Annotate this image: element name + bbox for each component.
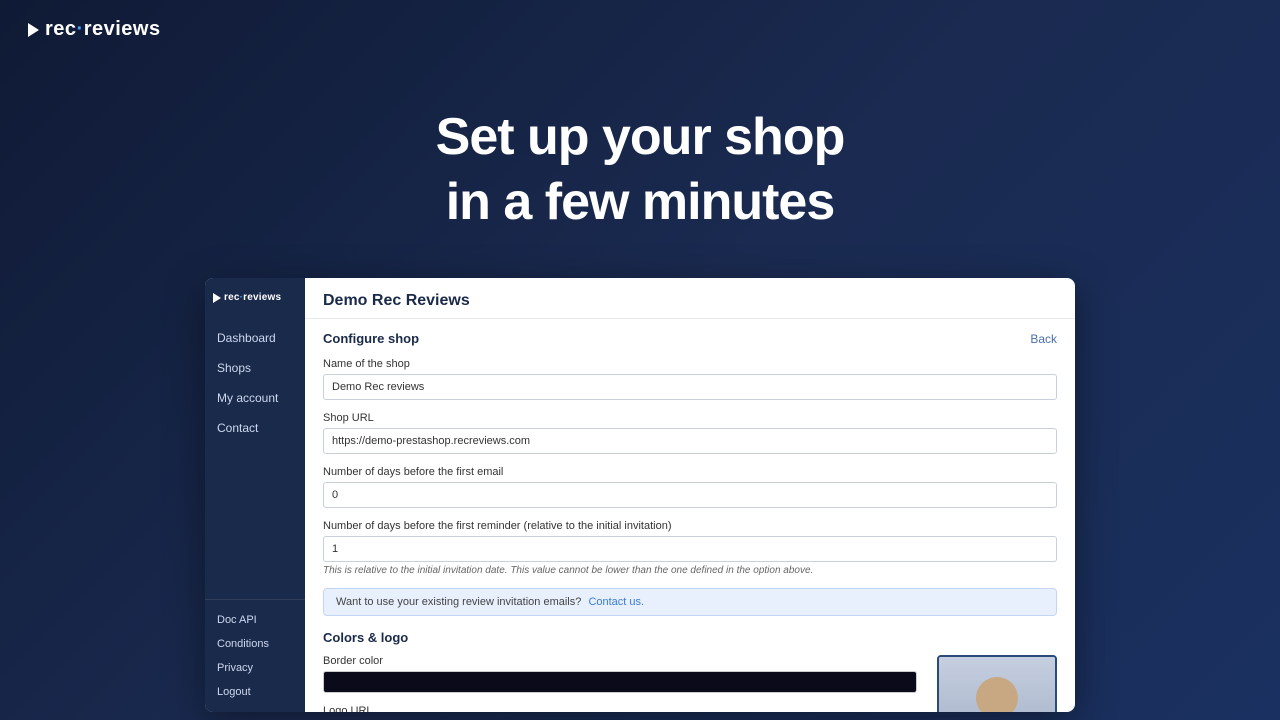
reviews-label: reviews <box>84 18 161 40</box>
hero-line2: in a few minutes <box>0 170 1280 235</box>
main-header: Demo Rec Reviews <box>305 278 1075 319</box>
colors-section-title: Colors & logo <box>323 630 1057 645</box>
back-link[interactable]: Back <box>1030 332 1057 346</box>
sidebar-item-shops[interactable]: Shops <box>205 353 305 383</box>
hero-section: Set up your shop in a few minutes <box>0 105 1280 235</box>
hero-line1: Set up your shop <box>0 105 1280 170</box>
days-reminder-input[interactable] <box>323 536 1057 562</box>
border-color-swatch[interactable] <box>323 671 917 693</box>
main-title: Demo Rec Reviews <box>323 292 470 310</box>
sidebar-item-dashboard[interactable]: Dashboard <box>205 323 305 353</box>
info-banner-text: Want to use your existing review invitat… <box>336 596 581 608</box>
sidebar-item-doc-api[interactable]: Doc API <box>205 608 305 632</box>
sidebar-logo: rec·reviews <box>205 278 305 313</box>
rec-label: rec <box>45 18 77 40</box>
shop-url-input[interactable] <box>323 428 1057 454</box>
top-bar: rec·reviews <box>0 0 1280 59</box>
logo-preview-container: 10.10.2023 - John D. <box>937 655 1057 712</box>
logo-url-group: Logo URL <box>323 705 917 712</box>
sidebar-item-logout[interactable]: Logout <box>205 680 305 704</box>
contact-link[interactable]: Contact us. <box>588 596 644 608</box>
brand-logo: rec·reviews <box>28 18 161 41</box>
colors-left: Border color Logo URL <box>323 655 917 712</box>
border-color-group: Border color <box>323 655 917 693</box>
main-content: Demo Rec Reviews Configure shop Back Nam… <box>305 278 1075 712</box>
app-window: rec·reviews Dashboard Shops My account C… <box>205 278 1075 712</box>
sidebar-item-privacy[interactable]: Privacy <box>205 656 305 680</box>
sidebar-play-icon <box>213 293 221 303</box>
shop-name-label: Name of the shop <box>323 358 1057 370</box>
shop-name-group: Name of the shop <box>323 358 1057 400</box>
colors-logo-wrapper: Border color Logo URL <box>323 655 1057 712</box>
sidebar-bottom: Doc API Conditions Privacy Logout <box>205 599 305 712</box>
dot-separator: · <box>77 18 84 40</box>
days-reminder-label: Number of days before the first reminder… <box>323 520 1057 532</box>
logo-preview-box: 10.10.2023 - John D. <box>937 655 1057 712</box>
info-banner: Want to use your existing review invitat… <box>323 588 1057 616</box>
sidebar-nav: Dashboard Shops My account Contact <box>205 313 305 599</box>
border-color-label: Border color <box>323 655 917 667</box>
play-icon <box>28 23 39 37</box>
sidebar: rec·reviews Dashboard Shops My account C… <box>205 278 305 712</box>
sidebar-item-contact[interactable]: Contact <box>205 413 305 443</box>
days-first-email-group: Number of days before the first email <box>323 466 1057 508</box>
section-header: Configure shop Back <box>323 331 1057 346</box>
days-first-email-label: Number of days before the first email <box>323 466 1057 478</box>
shop-url-label: Shop URL <box>323 412 1057 424</box>
sidebar-item-conditions[interactable]: Conditions <box>205 632 305 656</box>
reminder-helper-text: This is relative to the initial invitati… <box>323 565 1057 576</box>
person-silhouette <box>939 657 1055 712</box>
days-reminder-group: Number of days before the first reminder… <box>323 520 1057 576</box>
section-title: Configure shop <box>323 331 419 346</box>
logo-url-label: Logo URL <box>323 705 917 712</box>
sidebar-item-my-account[interactable]: My account <box>205 383 305 413</box>
sidebar-brand-name: rec·reviews <box>224 292 281 303</box>
shop-url-group: Shop URL <box>323 412 1057 454</box>
main-body: Configure shop Back Name of the shop Sho… <box>305 319 1075 712</box>
shop-name-input[interactable] <box>323 374 1057 400</box>
person-head <box>976 677 1018 712</box>
brand-name: rec·reviews <box>45 18 161 41</box>
days-first-email-input[interactable] <box>323 482 1057 508</box>
